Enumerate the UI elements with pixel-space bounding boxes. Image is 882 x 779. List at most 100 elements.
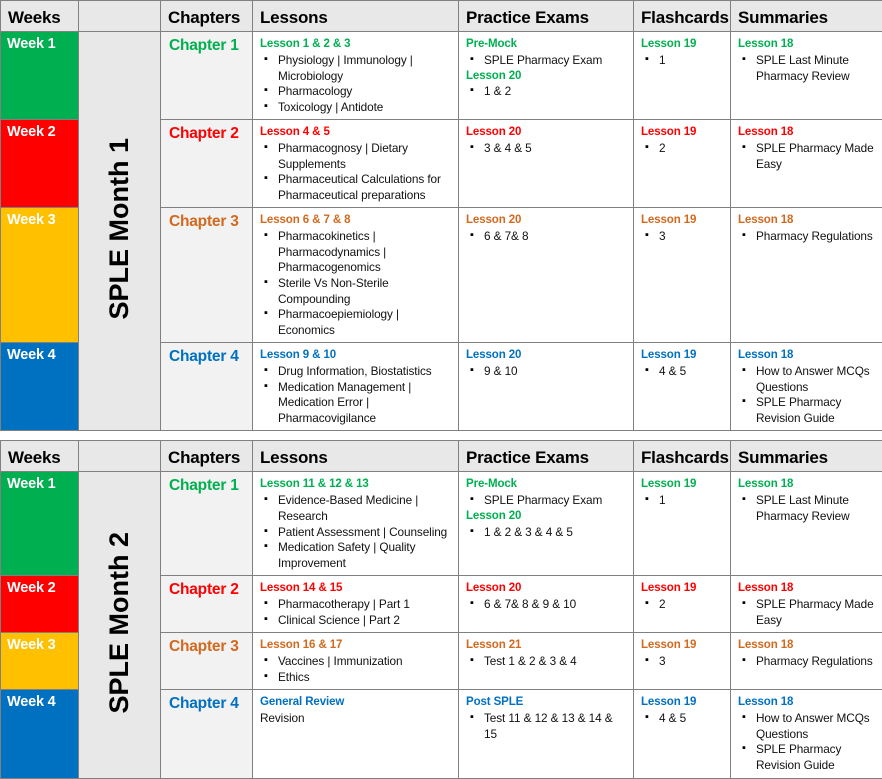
chapter-title: Chapter 1 (169, 477, 252, 495)
week-cell: Week 1 (1, 472, 79, 576)
summaries-list: How to Answer MCQs QuestionsSPLE Pharmac… (738, 364, 876, 426)
list-item: 6 & 7& 8 (466, 229, 627, 245)
lessons-heading: Lesson 6 & 7 & 8 (260, 213, 452, 228)
month-label-cell: SPLE Month 2 (79, 472, 161, 778)
summaries-list: SPLE Last Minute Pharmacy Review (738, 493, 876, 524)
list-item: 2 (641, 141, 724, 157)
chapter-title: Chapter 2 (169, 125, 252, 143)
header-flashcards: Flashcards (634, 441, 731, 472)
list-item: Pharmacoepiemiology | Economics (260, 307, 452, 338)
lessons-heading: General Review (260, 695, 452, 710)
flashcards-cell: Lesson 191 (634, 32, 731, 120)
practice-exams-list: SPLE Pharmacy Exam (466, 53, 627, 69)
month-label: SPLE Month 1 (106, 138, 133, 320)
chapter-title: Chapter 4 (169, 348, 252, 366)
practice-exams-cell: Post SPLETest 11 & 12 & 13 & 14 & 15 (459, 690, 634, 778)
summaries-heading: Lesson 18 (738, 477, 876, 492)
list-item: Test 11 & 12 & 13 & 14 & 15 (466, 711, 627, 742)
summaries-heading: Lesson 18 (738, 638, 876, 653)
list-item: Medication Safety | Quality Improvement (260, 540, 452, 571)
list-item: 4 & 5 (641, 364, 724, 380)
flashcards-list: 4 & 5 (641, 364, 724, 380)
summaries-heading: Lesson 18 (738, 348, 876, 363)
list-item: Pharmacy Regulations (738, 229, 876, 245)
chapter-title: Chapter 2 (169, 581, 252, 599)
header-chapters: Chapters (161, 1, 253, 32)
list-item: Pharmaceutical Calculations for Pharmace… (260, 172, 452, 203)
lessons-heading: Lesson 4 & 5 (260, 125, 452, 140)
summaries-heading: Lesson 18 (738, 581, 876, 596)
practice-exams-list: SPLE Pharmacy Exam (466, 493, 627, 509)
chapter-cell: Chapter 1 (161, 32, 253, 120)
lessons-list: Drug Information, BiostatisticsMedicatio… (260, 364, 452, 426)
list-item: Medication Management | Medication Error… (260, 380, 452, 427)
practice-exams-list: 3 & 4 & 5 (466, 141, 627, 157)
practice-exams-list: Test 1 & 2 & 3 & 4 (466, 654, 627, 670)
table-header-row: WeeksChaptersLessonsPractice ExamsFlashc… (1, 1, 882, 32)
practice-exams-heading: Lesson 20 (466, 125, 627, 140)
week-cell: Week 1 (1, 32, 79, 120)
flashcards-cell: Lesson 192 (634, 120, 731, 208)
list-item: Sterile Vs Non-Sterile Compounding (260, 276, 452, 307)
practice-exams-heading: Lesson 20 (466, 348, 627, 363)
flashcards-cell: Lesson 193 (634, 633, 731, 690)
lessons-cell: Lesson 11 & 12 & 13Evidence-Based Medici… (253, 472, 459, 576)
list-item: Physiology | Immunology | Microbiology (260, 53, 452, 84)
month-label: SPLE Month 2 (106, 532, 133, 714)
flashcards-heading: Lesson 19 (641, 37, 724, 52)
list-item: SPLE Pharmacy Revision Guide (738, 742, 876, 773)
chapter-cell: Chapter 3 (161, 208, 253, 343)
practice-exams-cell: Lesson 206 & 7& 8 (459, 208, 634, 343)
header-summaries: Summaries (731, 441, 882, 472)
list-item: 4 & 5 (641, 711, 724, 727)
study-plan-sheet: WeeksChaptersLessonsPractice ExamsFlashc… (0, 0, 882, 720)
lessons-heading: Lesson 14 & 15 (260, 581, 452, 596)
list-item: Ethics (260, 670, 452, 686)
header-flashcards: Flashcards (634, 1, 731, 32)
list-item: 1 (641, 493, 724, 509)
header-blank (79, 441, 161, 472)
practice-exams-cell: Lesson 21Test 1 & 2 & 3 & 4 (459, 633, 634, 690)
list-item: Patient Assessment | Counseling (260, 525, 452, 541)
list-item: 9 & 10 (466, 364, 627, 380)
practice-exams-heading: Pre-Mock (466, 477, 627, 492)
practice-exams-cell: Pre-MockSPLE Pharmacy ExamLesson 201 & 2 (459, 32, 634, 120)
list-item: Pharmacognosy | Dietary Supplements (260, 141, 452, 172)
flashcards-list: 2 (641, 141, 724, 157)
list-item: Vaccines | Immunization (260, 654, 452, 670)
practice-exams-cell: Lesson 209 & 10 (459, 343, 634, 431)
week-cell: Week 3 (1, 208, 79, 343)
flashcards-cell: Lesson 193 (634, 208, 731, 343)
summaries-heading: Lesson 18 (738, 125, 876, 140)
lessons-heading: Lesson 9 & 10 (260, 348, 452, 363)
summaries-cell: Lesson 18How to Answer MCQs QuestionsSPL… (731, 690, 882, 778)
lessons-list: Physiology | Immunology | MicrobiologyPh… (260, 53, 452, 115)
list-item: 3 (641, 654, 724, 670)
flashcards-heading: Lesson 19 (641, 695, 724, 710)
header-weeks: Weeks (1, 441, 79, 472)
list-item: Drug Information, Biostatistics (260, 364, 452, 380)
chapter-title: Chapter 1 (169, 37, 252, 55)
lessons-cell: Lesson 1 & 2 & 3Physiology | Immunology … (253, 32, 459, 120)
summaries-cell: Lesson 18How to Answer MCQs QuestionsSPL… (731, 343, 882, 431)
table-row: Week 1SPLE Month 2Chapter 1Lesson 11 & 1… (1, 472, 882, 576)
lessons-list: Pharmacotherapy | Part 1Clinical Science… (260, 597, 452, 628)
practice-exams-cell: Lesson 203 & 4 & 5 (459, 120, 634, 208)
list-item: SPLE Last Minute Pharmacy Review (738, 493, 876, 524)
summaries-cell: Lesson 18Pharmacy Regulations (731, 633, 882, 690)
summaries-list: SPLE Last Minute Pharmacy Review (738, 53, 876, 84)
practice-exams-heading: Pre-Mock (466, 37, 627, 52)
lessons-list: Pharmacognosy | Dietary SupplementsPharm… (260, 141, 452, 203)
list-item: Evidence-Based Medicine | Research (260, 493, 452, 524)
header-chapters: Chapters (161, 441, 253, 472)
header-blank (79, 1, 161, 32)
flashcards-heading: Lesson 19 (641, 581, 724, 596)
summaries-heading: Lesson 18 (738, 213, 876, 228)
practice-exams-heading: Lesson 20 (466, 213, 627, 228)
chapter-cell: Chapter 2 (161, 120, 253, 208)
flashcards-heading: Lesson 19 (641, 213, 724, 228)
list-item: 2 (641, 597, 724, 613)
chapter-cell: Chapter 2 (161, 576, 253, 633)
summaries-heading: Lesson 18 (738, 695, 876, 710)
header-summaries: Summaries (731, 1, 882, 32)
